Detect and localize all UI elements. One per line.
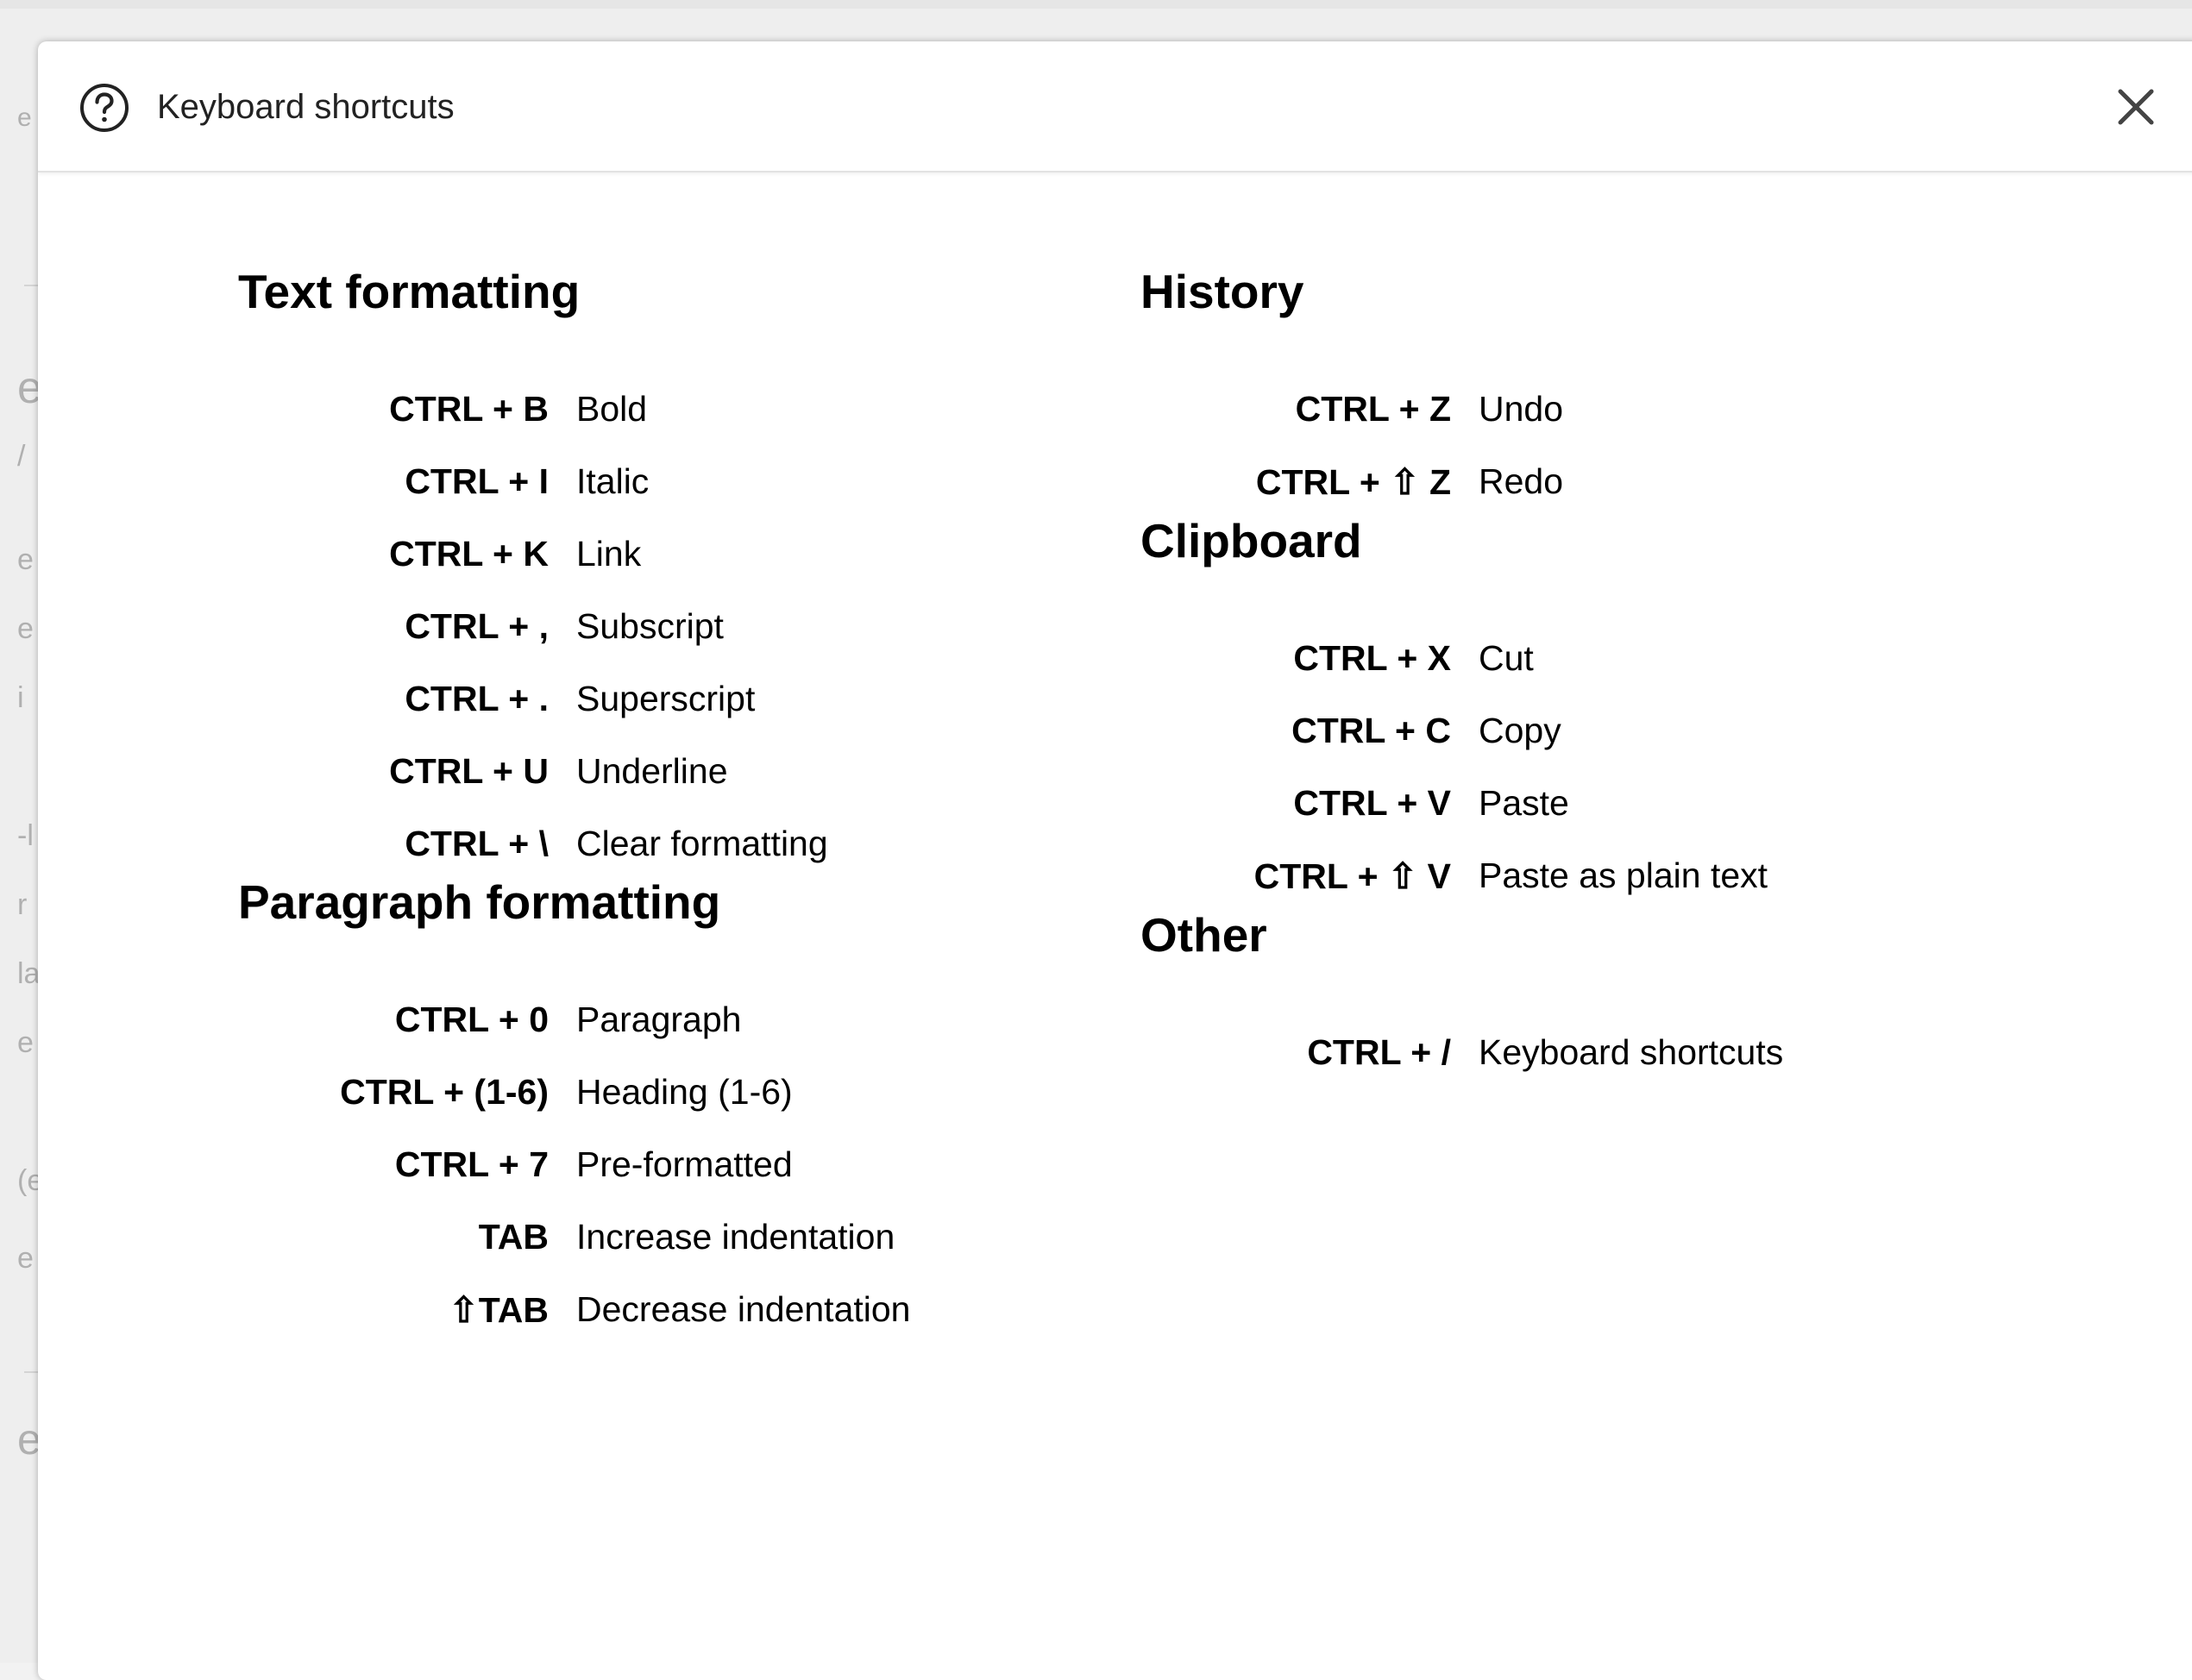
background-text-fragment: -l — [17, 819, 34, 852]
shortcut-key: CTRL + . — [405, 679, 549, 718]
background-text-fragment: e — [17, 543, 34, 576]
shortcut-key: CTRL + ⇧ V — [1253, 856, 1451, 896]
section-title-paragraph-formatting: Paragraph formatting — [238, 875, 721, 929]
shortcut-key: CTRL + K — [389, 534, 549, 574]
shortcut-description: Heading (1-6) — [576, 1072, 793, 1112]
shortcut-key: CTRL + X — [1293, 638, 1451, 678]
background-text-fragment: e — [17, 1242, 34, 1275]
shortcut-description: Clear formatting — [576, 824, 828, 863]
section-title-history: History — [1140, 265, 1304, 318]
shortcut-key: CTRL + I — [405, 461, 549, 501]
shortcut-description: Paste — [1479, 783, 1569, 823]
shortcut-key: CTRL + 0 — [394, 1000, 549, 1039]
shortcut-description: Copy — [1479, 711, 1561, 750]
background-text-fragment: la — [17, 957, 41, 990]
shortcut-description: Bold — [576, 389, 648, 429]
dialog-header: Keyboard shortcuts — [38, 41, 2192, 172]
shortcut-description: Redo — [1479, 461, 1564, 501]
shortcut-description: Cut — [1479, 638, 1534, 678]
shortcut-description: Paragraph — [576, 1000, 742, 1039]
dialog-title: Keyboard shortcuts — [157, 88, 455, 126]
shortcut-key: CTRL + 7 — [394, 1144, 549, 1184]
shortcut-key: CTRL + ⇧ Z — [1255, 462, 1451, 502]
shortcut-description: Decrease indentation — [576, 1289, 911, 1329]
background-text-fragment: i — [17, 681, 24, 714]
shortcut-description: Link — [576, 534, 642, 574]
shortcut-description: Superscript — [576, 679, 756, 718]
background-text-fragment: e — [17, 1026, 34, 1059]
shortcut-key: CTRL + / — [1307, 1032, 1451, 1072]
background-text-fragment: / — [17, 440, 26, 473]
shortcut-description: Italic — [576, 461, 650, 501]
shortcut-description: Underline — [576, 751, 728, 791]
shortcut-key: TAB — [478, 1217, 549, 1257]
shortcut-description: Pre-formatted — [576, 1144, 793, 1184]
shortcut-key: CTRL + U — [389, 751, 549, 791]
section-title-clipboard: Clipboard — [1140, 514, 1362, 567]
section-title-text-formatting: Text formatting — [238, 265, 581, 318]
background-divider — [24, 1371, 38, 1373]
shortcut-key: CTRL + V — [1293, 783, 1451, 823]
shortcut-key: CTRL + Z — [1295, 389, 1451, 429]
shortcut-key: CTRL + (1-6) — [340, 1072, 549, 1112]
shortcut-key: ⇧TAB — [449, 1290, 549, 1330]
shortcut-key: CTRL + , — [405, 606, 549, 646]
close-icon[interactable] — [2108, 79, 2164, 135]
shortcut-description: Increase indentation — [576, 1217, 895, 1257]
background-text-fragment: e — [17, 612, 34, 645]
help-circle-icon — [80, 84, 129, 132]
background-text-fragment: r — [17, 888, 28, 921]
shortcut-key: CTRL + B — [389, 389, 549, 429]
shortcut-key: CTRL + \ — [405, 824, 549, 863]
shortcut-description: Subscript — [576, 606, 724, 646]
section-title-other: Other — [1140, 908, 1267, 962]
keyboard-shortcuts-dialog: Keyboard shortcuts Text formatting CTRL … — [38, 41, 2192, 1680]
background-toolbar — [0, 0, 2192, 9]
background-text-fragment: e — [17, 103, 32, 132]
shortcut-description: Undo — [1479, 389, 1564, 429]
shortcut-description: Paste as plain text — [1479, 856, 1768, 895]
background-divider — [24, 285, 38, 286]
shortcut-key: CTRL + C — [1291, 711, 1451, 750]
shortcut-description: Keyboard shortcuts — [1479, 1032, 1784, 1072]
